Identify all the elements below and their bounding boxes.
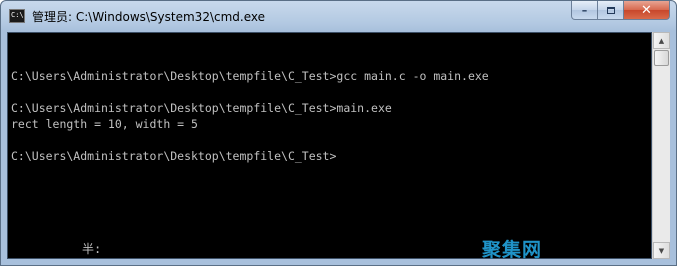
scroll-down-button[interactable]: ▼ [653,242,670,259]
title-bar[interactable]: C:\ 管理员: C:\Windows\System32\cmd.exe – ✕ [1,1,676,32]
window-title: 管理员: C:\Windows\System32\cmd.exe [32,10,265,24]
watermark-logo: 聚集网 [482,239,543,261]
maximize-icon [606,6,615,14]
close-button[interactable]: ✕ [624,1,670,20]
console-line: C:\Users\Administrator\Desktop\tempfile\… [11,149,337,163]
scroll-up-button[interactable]: ▲ [653,32,670,49]
minimize-button[interactable]: – [571,1,598,20]
ime-status: 半: [82,242,102,256]
minimize-icon: – [581,3,588,17]
cmd-icon[interactable]: C:\ [9,9,25,23]
caption-buttons: – ✕ [571,1,670,20]
maximize-button[interactable] [598,1,624,20]
cmd-window: C:\ 管理员: C:\Windows\System32\cmd.exe – ✕… [0,0,677,266]
console-line: C:\Users\Administrator\Desktop\tempfile\… [11,101,392,115]
close-icon: ✕ [641,2,652,18]
console-line: rect length = 10, width = 5 [11,117,198,131]
vertical-scrollbar[interactable]: ▲ ▼ [652,32,670,259]
console-output[interactable]: C:\Users\Administrator\Desktop\tempfile\… [7,32,652,261]
arrow-up-icon: ▲ [658,36,665,45]
console-lines: C:\Users\Administrator\Desktop\tempfile\… [11,52,489,164]
scrollbar-thumb[interactable] [654,50,669,66]
arrow-down-icon: ▼ [658,246,665,255]
console-line: C:\Users\Administrator\Desktop\tempfile\… [11,69,489,83]
